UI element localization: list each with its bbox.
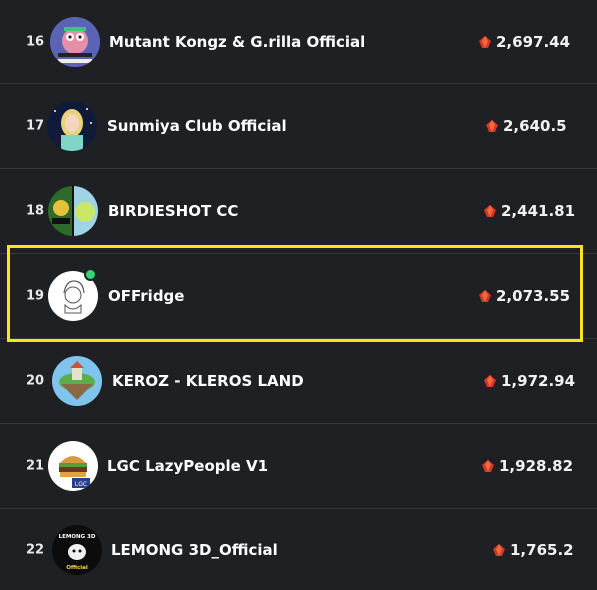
ranking-row[interactable]: 17 Sunmiya Club Official 2,640.5	[0, 84, 597, 169]
collection-name[interactable]: LGC LazyPeople V1	[107, 457, 268, 475]
rank-number: 19	[26, 288, 45, 304]
red-gem-icon	[478, 35, 492, 49]
lemong-avatar[interactable]: LEMONG 3D Official	[52, 524, 102, 575]
lemong-logo-text: LEMONG 3D	[59, 534, 96, 540]
rank-number: 21	[26, 458, 45, 474]
volume-value: 2,697.44	[478, 33, 570, 51]
volume-value: 2,640.5	[485, 117, 567, 135]
ranking-row-highlighted[interactable]: 19 OFFridge 2,073.55	[0, 254, 597, 339]
volume-amount: 2,441.81	[501, 202, 576, 220]
red-gem-icon	[485, 119, 499, 133]
volume-value: 2,441.81	[483, 202, 575, 220]
mutant-kongz-avatar[interactable]	[50, 16, 100, 67]
collection-name[interactable]: LEMONG 3D_Official	[111, 541, 278, 559]
red-gem-icon	[478, 289, 492, 303]
ranking-row[interactable]: 20 KEROZ - KLEROS LAND 1,972.94	[0, 339, 597, 424]
sunmiya-avatar[interactable]	[47, 101, 97, 151]
collection-ranking-list: 16 Mutant Kongz & G.rilla Official 2,697…	[0, 0, 597, 590]
red-gem-icon	[481, 459, 495, 473]
red-gem-icon	[492, 543, 506, 557]
collection-name[interactable]: Sunmiya Club Official	[107, 117, 287, 135]
ranking-row[interactable]: 21 LGC LGC LazyPeople V1 1,928.82	[0, 424, 597, 509]
lgc-avatar[interactable]: LGC	[48, 441, 98, 491]
lgc-badge-text: LGC	[75, 481, 87, 488]
collection-name[interactable]: OFFridge	[108, 287, 184, 305]
ranking-row[interactable]: 18 BIRDIESHOT CC 2,441.81	[0, 169, 597, 254]
rank-number: 16	[26, 34, 45, 49]
ranking-row[interactable]: 22 LEMONG 3D Official LEMONG 3D_Official…	[0, 509, 597, 590]
collection-name[interactable]: BIRDIESHOT CC	[108, 202, 238, 220]
rank-number: 18	[26, 203, 45, 219]
lemong-official-text: Official	[66, 565, 88, 571]
collection-name[interactable]: Mutant Kongz & G.rilla Official	[109, 33, 365, 51]
rank-number: 22	[26, 542, 45, 557]
volume-value: 1,972.94	[483, 372, 575, 390]
keroz-avatar[interactable]	[52, 356, 102, 406]
volume-amount: 2,073.55	[496, 287, 571, 305]
volume-amount: 1,928.82	[499, 457, 574, 475]
rank-number: 17	[26, 118, 45, 134]
volume-value: 1,765.2	[492, 541, 574, 559]
red-gem-icon	[483, 374, 497, 388]
ranking-row[interactable]: 16 Mutant Kongz & G.rilla Official 2,697…	[0, 0, 597, 84]
rank-number: 20	[26, 373, 45, 389]
red-gem-icon	[483, 204, 497, 218]
volume-amount: 2,697.44	[496, 32, 571, 51]
collection-name[interactable]: KEROZ - KLEROS LAND	[112, 372, 304, 390]
volume-amount: 1,765.2	[510, 540, 574, 559]
online-status-indicator	[84, 268, 97, 281]
volume-value: 2,073.55	[478, 287, 570, 305]
volume-amount: 2,640.5	[503, 117, 567, 135]
volume-value: 1,928.82	[481, 457, 573, 475]
birdieshot-avatar[interactable]	[48, 186, 98, 236]
volume-amount: 1,972.94	[501, 372, 576, 390]
